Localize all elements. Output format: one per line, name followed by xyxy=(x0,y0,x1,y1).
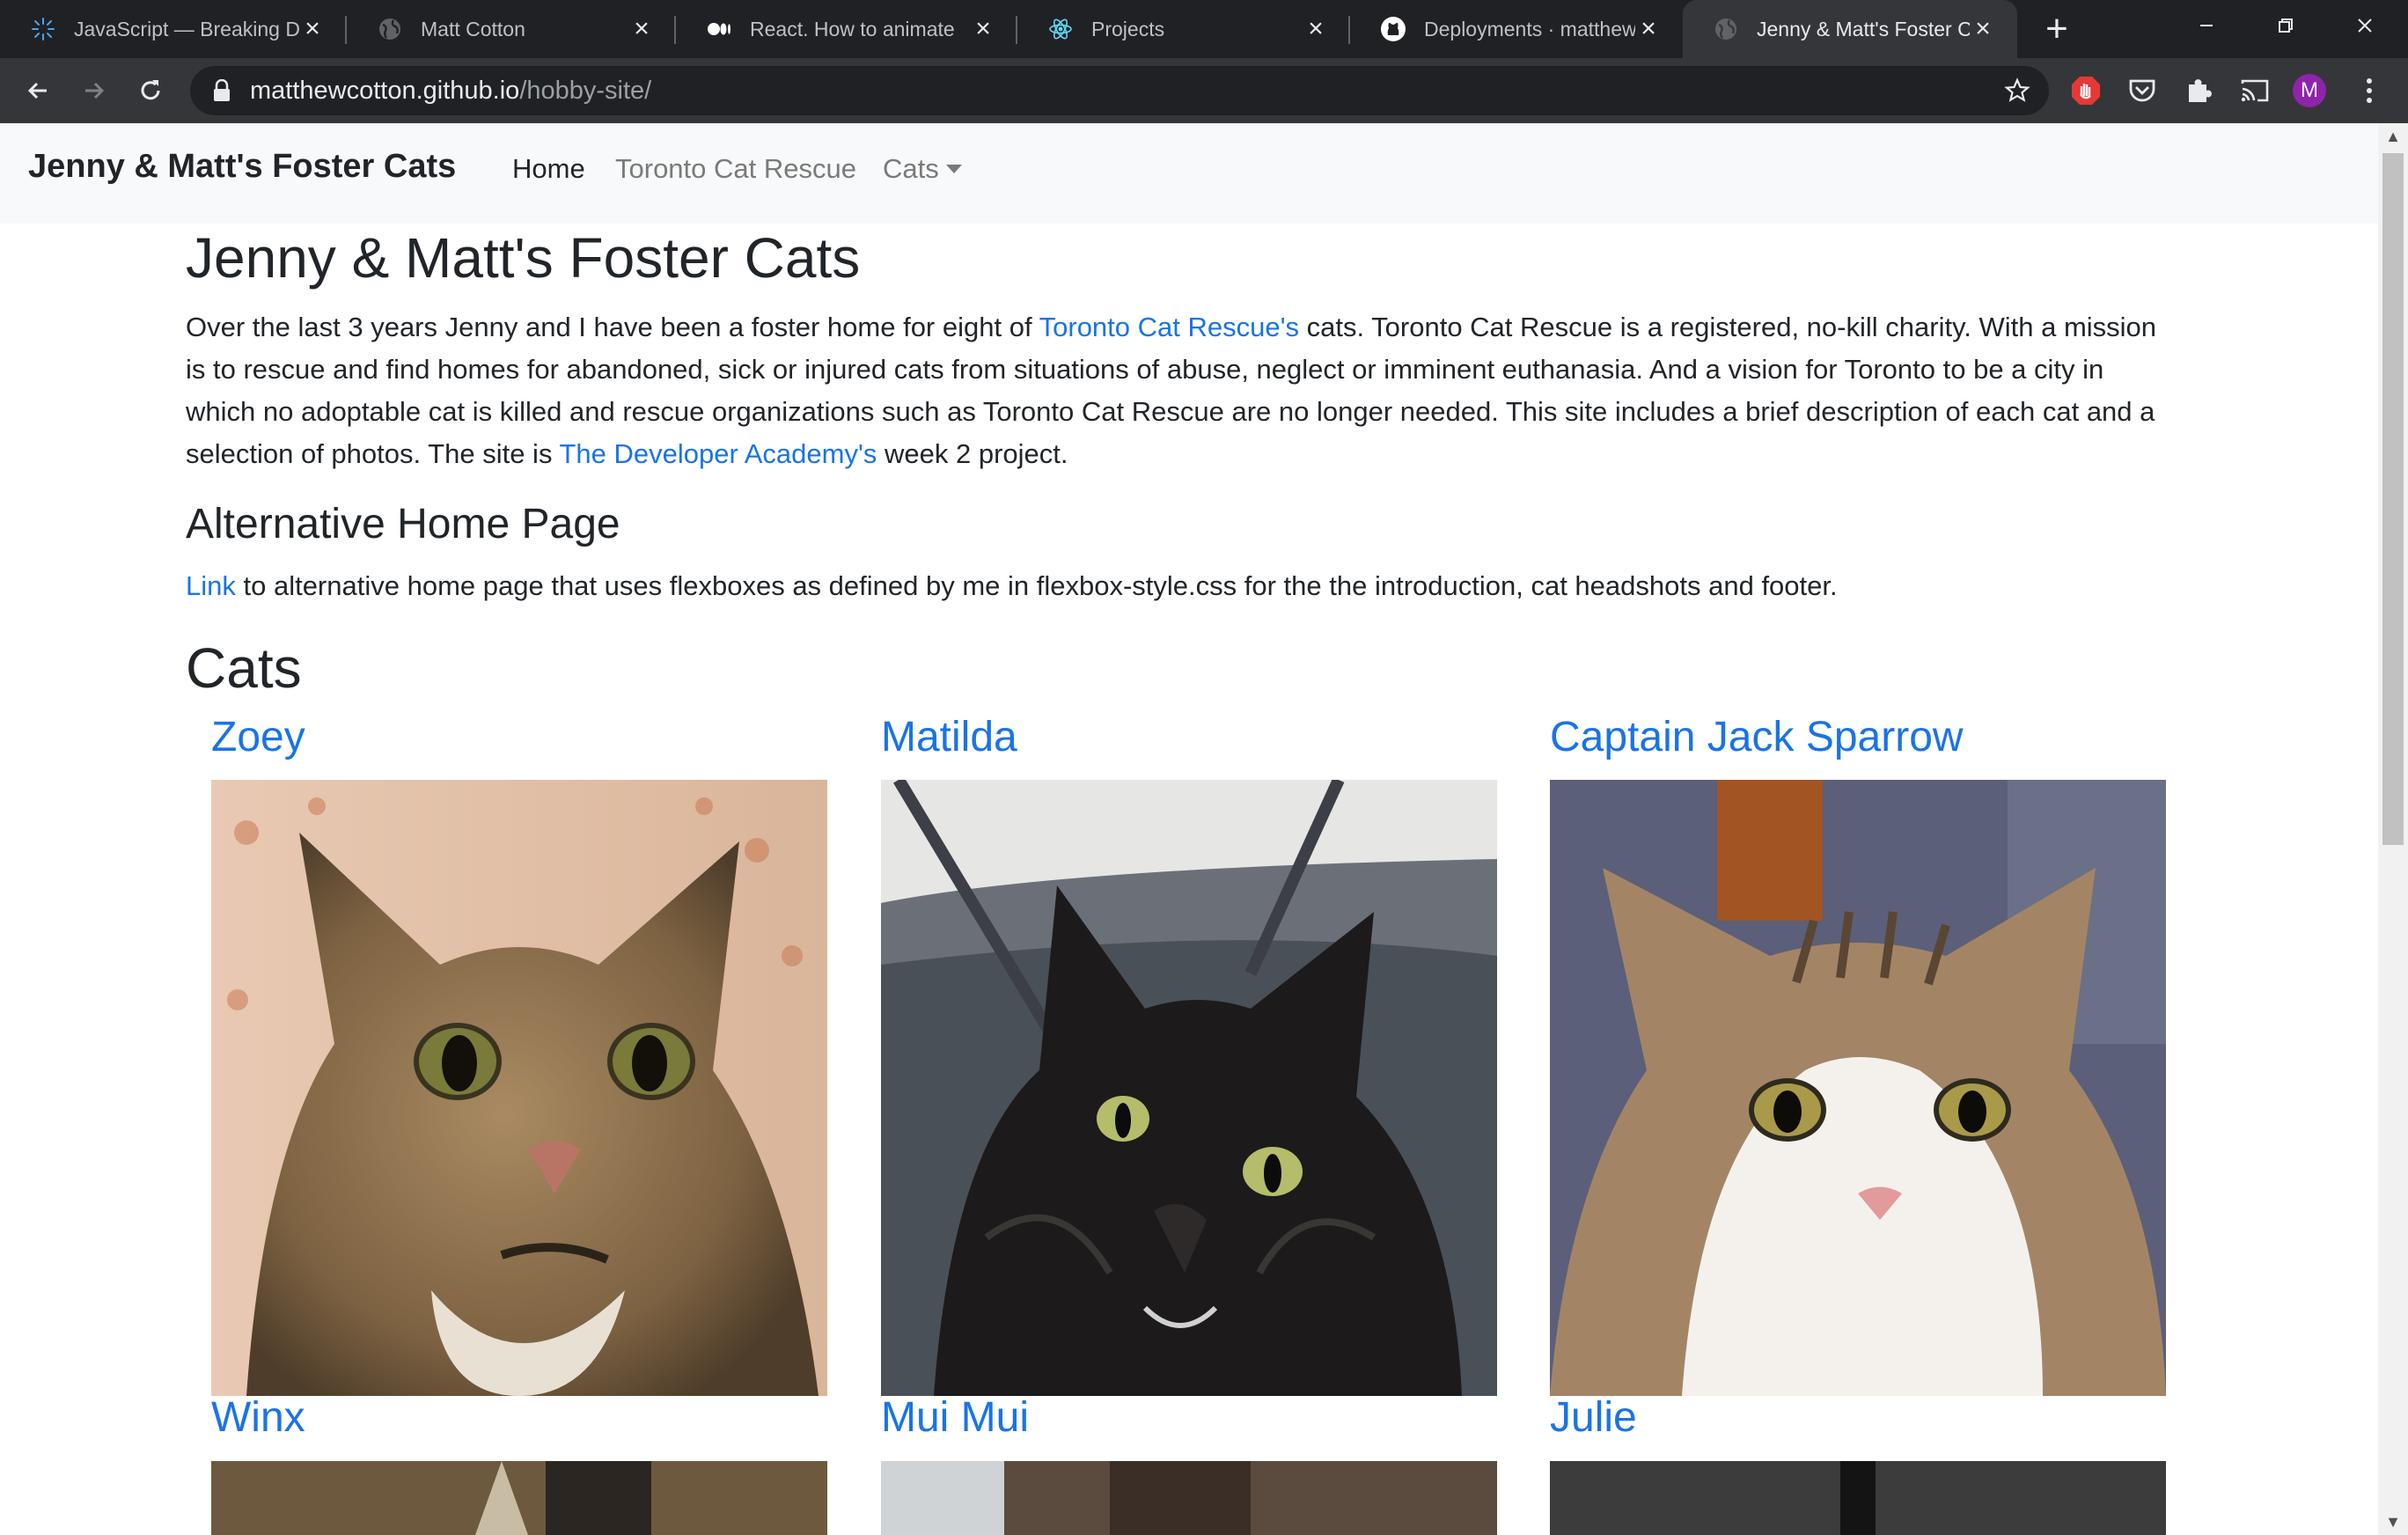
bookmark-star-icon[interactable] xyxy=(2003,77,2031,105)
cat-photo-matilda[interactable] xyxy=(881,780,1497,1396)
profile-initial: M xyxy=(2301,78,2318,102)
scroll-up-arrow-icon[interactable]: ▲ xyxy=(2378,123,2408,150)
extensions-puzzle-icon[interactable] xyxy=(2181,73,2216,108)
reload-button[interactable] xyxy=(130,70,171,111)
browser-tab[interactable]: Matt Cotton × xyxy=(347,0,676,58)
page-title: Jenny & Matt's Foster Cats xyxy=(186,226,861,290)
url-path: /hobby-site/ xyxy=(519,77,652,105)
github-logo-icon xyxy=(1380,16,1406,42)
cat-name-link[interactable]: Winx xyxy=(211,1393,305,1442)
address-bar[interactable]: matthewcotton.github.io/hobby-site/ xyxy=(190,66,2049,115)
lock-icon xyxy=(211,78,232,102)
alt-home-link[interactable]: Link xyxy=(186,570,236,601)
browser-tab[interactable]: Projects × xyxy=(1017,0,1350,58)
close-icon[interactable]: × xyxy=(299,14,326,43)
close-window-button[interactable] xyxy=(2325,0,2404,51)
cat-name-link[interactable]: Matilda xyxy=(881,713,1017,761)
nav-cats-dropdown[interactable]: Cats xyxy=(883,153,962,185)
close-icon[interactable]: × xyxy=(628,14,655,43)
profile-avatar[interactable]: M xyxy=(2292,73,2327,108)
url-host: matthewcotton.github.io xyxy=(250,77,520,105)
alt-home-paragraph: Link to alternative home page that uses … xyxy=(186,565,2210,607)
tab-title: JavaScript — Breaking D xyxy=(74,17,299,40)
medium-logo-icon xyxy=(706,16,732,42)
minimize-button[interactable] xyxy=(2167,0,2246,51)
tab-title: Matt Cotton xyxy=(421,17,525,40)
adblock-extension-icon[interactable] xyxy=(2068,73,2103,108)
close-icon[interactable]: × xyxy=(1970,14,1996,43)
cat-name-link[interactable]: Zoey xyxy=(211,713,305,761)
browser-toolbar: matthewcotton.github.io/hobby-site/ M xyxy=(0,58,2408,123)
cat-photo-winx[interactable] xyxy=(211,1461,827,1535)
nav-cats-label: Cats xyxy=(883,153,939,184)
cat-name-link[interactable]: Mui Mui xyxy=(881,1393,1029,1442)
close-icon[interactable]: × xyxy=(970,14,996,43)
browser-tab[interactable]: JavaScript — Breaking D × xyxy=(0,0,347,58)
page-viewport: Jenny & Matt's Foster Cats Home Toronto … xyxy=(0,123,2378,1535)
nav-toronto-cat-rescue[interactable]: Toronto Cat Rescue xyxy=(615,153,856,185)
browser-tab-active[interactable]: Jenny & Matt's Foster C × xyxy=(1683,0,2017,58)
alt-home-text: to alternative home page that uses flexb… xyxy=(235,570,1838,601)
close-icon[interactable]: × xyxy=(1635,14,1662,43)
globe-icon xyxy=(1713,16,1739,42)
restore-button[interactable] xyxy=(2246,0,2325,51)
cat-photo-captain-jack-sparrow[interactable] xyxy=(1550,780,2166,1396)
spark-logo-icon xyxy=(30,16,56,42)
cast-icon[interactable] xyxy=(2237,73,2272,108)
nav-home[interactable]: Home xyxy=(512,153,585,185)
site-navbar: Jenny & Matt's Foster Cats Home Toronto … xyxy=(0,123,2378,224)
tab-title: Projects xyxy=(1091,17,1165,40)
back-button[interactable] xyxy=(18,70,58,111)
menu-kebab-icon[interactable] xyxy=(2352,73,2387,108)
intro-line: Over the last 3 years Jenny and I have b… xyxy=(186,306,2210,349)
intro-text: Over the last 3 years Jenny and I have b… xyxy=(186,312,1039,342)
intro-line: selection of photos. The site is The Dev… xyxy=(186,433,2210,475)
alt-home-heading: Alternative Home Page xyxy=(186,501,620,547)
cat-photo-julie[interactable] xyxy=(1550,1461,2166,1535)
browser-tab-strip: JavaScript — Breaking D × Matt Cotton × … xyxy=(0,0,2408,58)
cat-photo-zoey[interactable] xyxy=(211,780,827,1396)
intro-line: which no adoptable cat is killed and res… xyxy=(186,396,2155,427)
url-text: matthewcotton.github.io/hobby-site/ xyxy=(250,66,651,115)
browser-tab[interactable]: React. How to animate × xyxy=(676,0,1017,58)
close-icon[interactable]: × xyxy=(1303,14,1329,43)
site-brand[interactable]: Jenny & Matt's Foster Cats xyxy=(28,148,456,186)
page-scrollbar[interactable]: ▲ ▼ xyxy=(2378,123,2408,1535)
globe-icon xyxy=(377,16,403,42)
intro-text: cats. Toronto Cat Rescue is a registered… xyxy=(1299,312,2157,342)
scroll-down-arrow-icon[interactable]: ▼ xyxy=(2378,1509,2408,1535)
forward-button[interactable] xyxy=(74,70,114,111)
developer-academy-link[interactable]: The Developer Academy's xyxy=(560,438,877,469)
cats-heading: Cats xyxy=(186,636,302,700)
tab-title: Jenny & Matt's Foster C xyxy=(1757,17,1970,40)
tab-title: React. How to animate xyxy=(750,17,955,40)
intro-text: selection of photos. The site is xyxy=(186,438,560,469)
browser-tab[interactable]: Deployments · matthew × xyxy=(1350,0,1683,58)
intro-paragraph: Over the last 3 years Jenny and I have b… xyxy=(186,306,2210,475)
caret-down-icon xyxy=(945,165,962,173)
react-logo-icon xyxy=(1047,16,1074,42)
intro-line: is to rescue and find homes for abandone… xyxy=(186,354,2104,385)
tab-title: Deployments · matthew xyxy=(1424,17,1635,40)
new-tab-button[interactable]: + xyxy=(2035,7,2079,51)
pocket-extension-icon[interactable] xyxy=(2125,73,2160,108)
cat-name-link[interactable]: Captain Jack Sparrow xyxy=(1550,713,1964,761)
intro-text: week 2 project. xyxy=(877,438,1068,469)
scrollbar-thumb[interactable] xyxy=(2382,153,2404,845)
cat-name-link[interactable]: Julie xyxy=(1550,1393,1637,1442)
toronto-cat-rescue-link[interactable]: Toronto Cat Rescue's xyxy=(1039,312,1299,342)
cat-photo-mui-mui[interactable] xyxy=(881,1461,1497,1535)
